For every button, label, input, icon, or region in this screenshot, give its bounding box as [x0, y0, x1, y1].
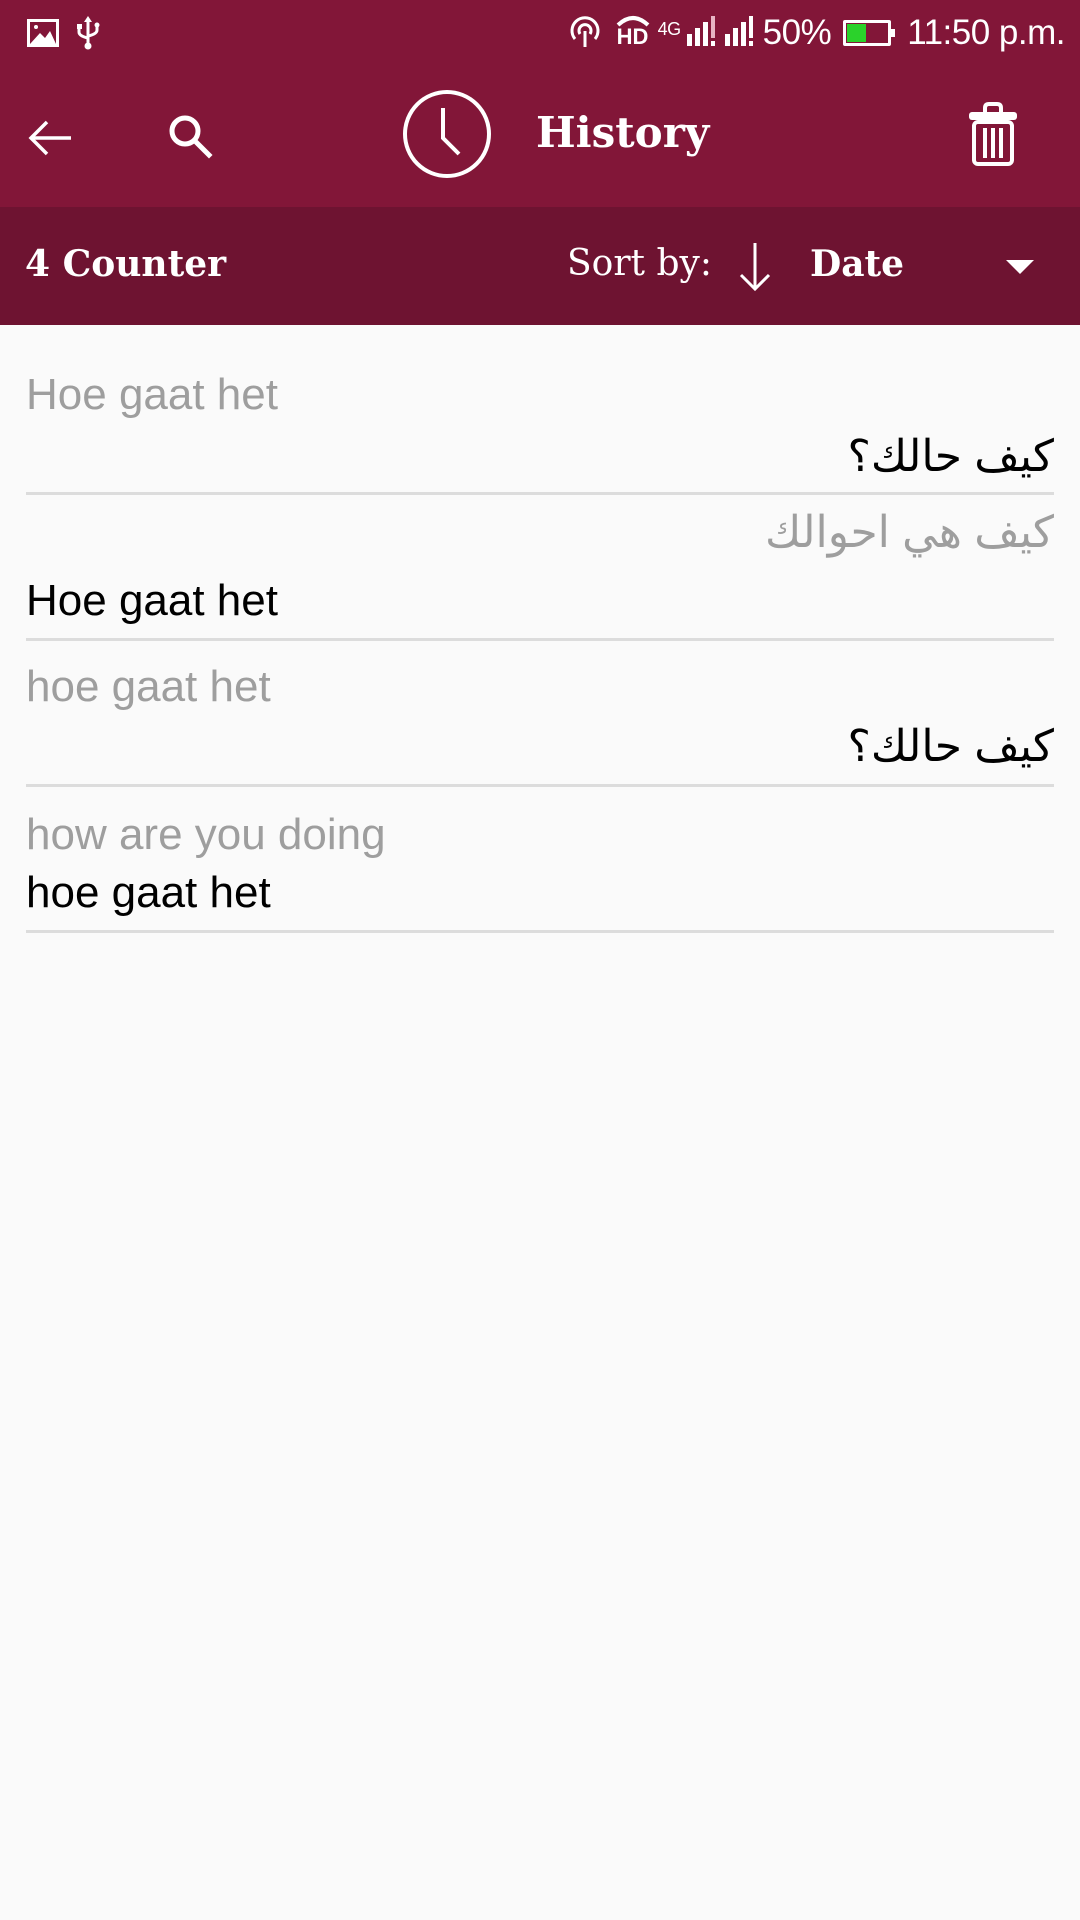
arrow-down-icon: [739, 243, 771, 292]
history-item-translation: hoe gaat het: [26, 868, 271, 917]
hd-label: HD: [616, 24, 649, 49]
history-item-source: كيف هي احوالك: [765, 508, 1054, 557]
toolbar: History: [0, 70, 1080, 207]
history-item-translation: كيف حالك؟: [847, 432, 1054, 481]
sort-direction-button[interactable]: [733, 239, 777, 295]
history-item-translation: Hoe gaat het: [26, 576, 278, 625]
history-item-source: hoe gaat het: [26, 662, 271, 711]
sort-value[interactable]: Date: [810, 243, 904, 285]
history-subheader: 4 Counter Sort by: Date: [0, 207, 1080, 325]
page-title: History: [536, 108, 710, 157]
back-button[interactable]: [18, 108, 84, 168]
hd-voice-icon: HD: [616, 15, 650, 51]
network-type: 4G: [657, 18, 682, 39]
battery-percent: 50%: [762, 13, 832, 52]
history-item-source: how are you doing: [26, 810, 386, 859]
delete-history-button[interactable]: [965, 100, 1025, 170]
clock-icon: [403, 90, 491, 178]
history-counter: 4 Counter: [25, 243, 227, 285]
history-item[interactable]: Hoe gaat het كيف حالك؟: [26, 325, 1054, 495]
arrow-back-icon: [28, 120, 71, 156]
gallery-icon: [27, 19, 59, 52]
status-bar-right: HD 4G 50% 11:50 p.m.: [568, 10, 1065, 56]
history-item-source: Hoe gaat het: [26, 370, 278, 419]
history-item[interactable]: كيف هي احوالك Hoe gaat het: [26, 495, 1054, 641]
battery-level: [847, 24, 867, 42]
usb-icon: [75, 16, 101, 55]
history-list: Hoe gaat het كيف حالك؟ كيف هي احوالك Hoe…: [26, 325, 1054, 933]
history-item[interactable]: hoe gaat het كيف حالك؟: [26, 641, 1054, 787]
sort-label: Sort by:: [567, 243, 712, 284]
history-item[interactable]: how are you doing hoe gaat het: [26, 787, 1054, 933]
history-item-translation: كيف حالك؟: [847, 722, 1054, 771]
status-bar: HD 4G 50% 11:50 p.m.: [0, 0, 1080, 70]
signal-sim2-icon: [724, 15, 755, 51]
hotspot-icon: [568, 14, 602, 53]
status-bar-left: [27, 16, 101, 55]
search-button[interactable]: [160, 106, 220, 166]
battery-icon: [843, 20, 896, 46]
trash-icon: [969, 102, 1017, 166]
signal-sim1-icon: [686, 15, 717, 51]
triangle-down-icon: [1006, 260, 1034, 274]
clock-time: 11:50 p.m.: [907, 13, 1065, 52]
search-icon: [169, 115, 213, 159]
sort-dropdown-button[interactable]: [985, 237, 1055, 297]
